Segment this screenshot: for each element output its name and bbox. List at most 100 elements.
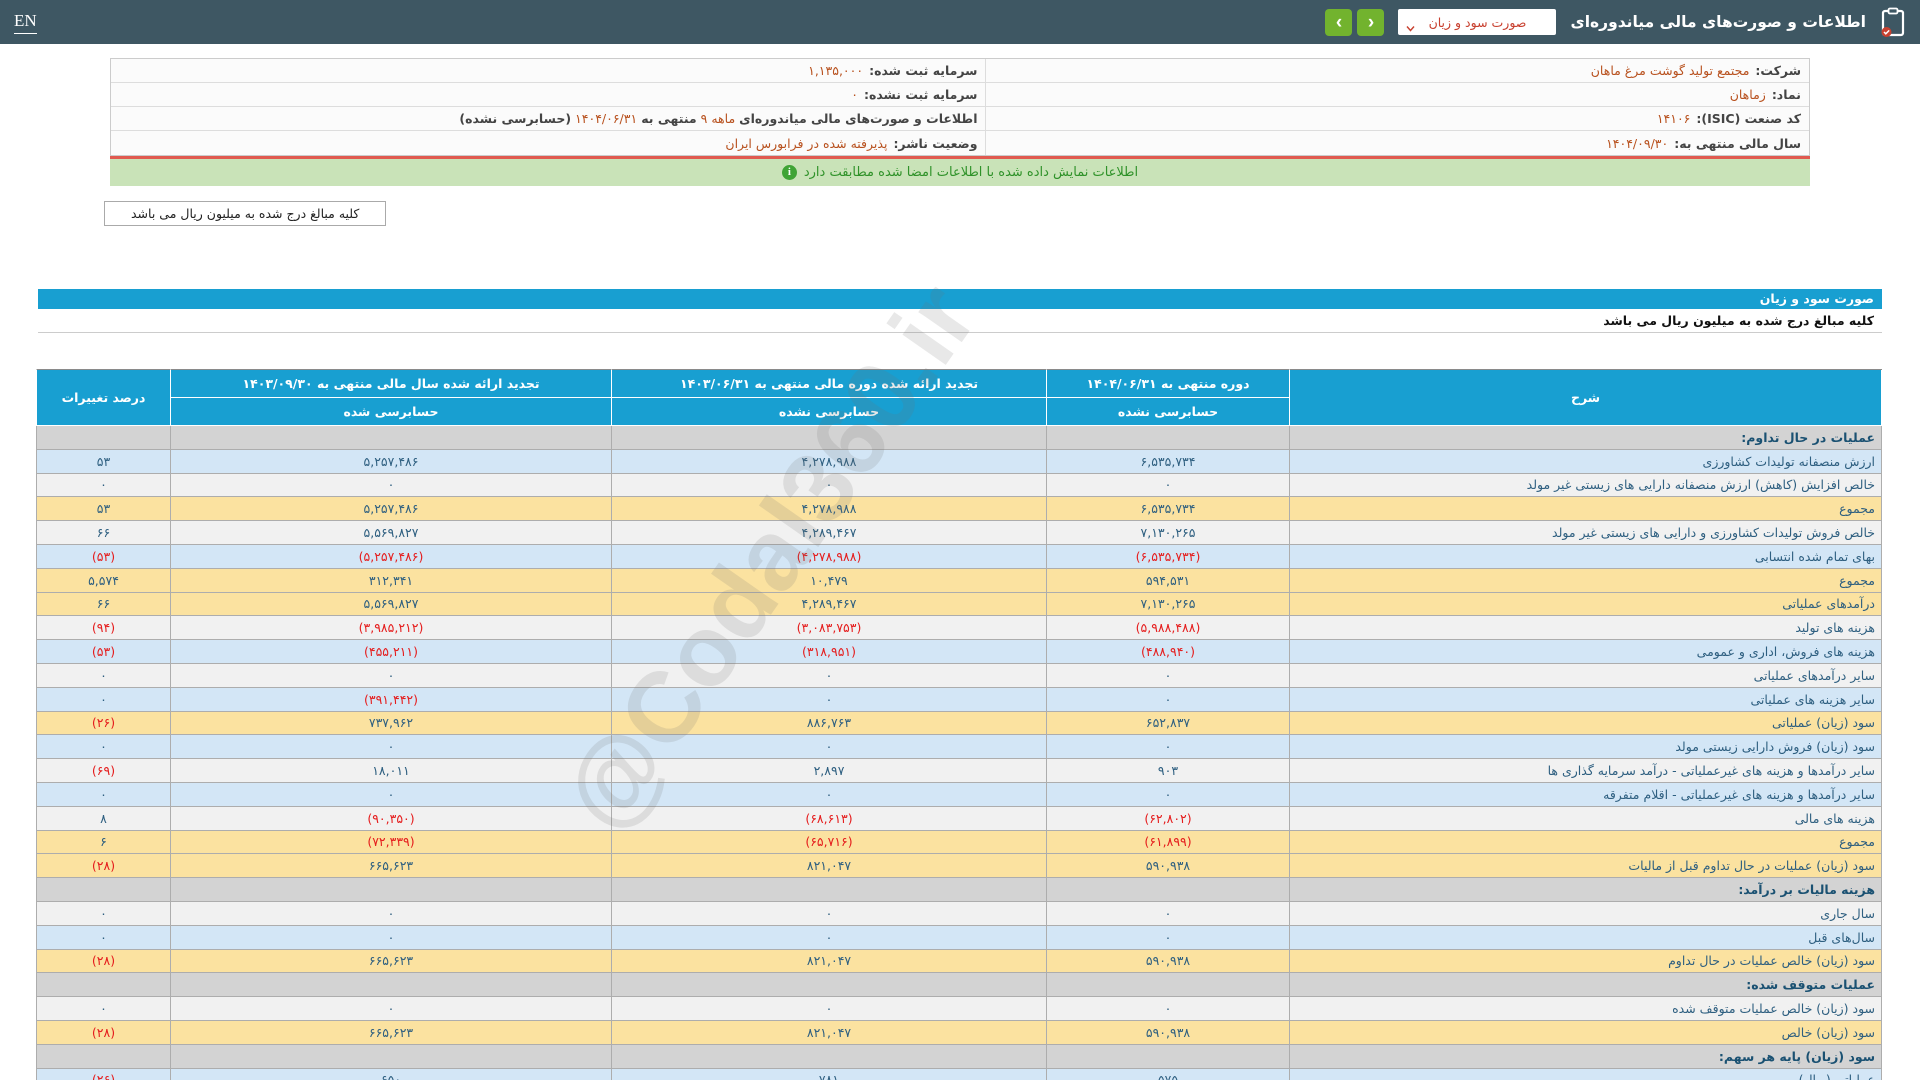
amounts-unit-box: کلیه مبالغ درج شده به میلیون ریال می باش… [104,201,387,226]
cell-restated-period: (۶۸,۶۱۳) [611,805,1047,831]
cell-value: (۹۴) [91,620,116,636]
cell-value: ۶۶۵,۶۲۳ [368,858,414,874]
cell-restated-year [170,877,612,902]
section-row: سود (زیان) پایه هر سهم: [36,1043,1882,1069]
cell-current-period: ۵۹۰,۹۳۸ [1046,948,1290,974]
cell-restated-period: ۷۸۱ [611,1067,1047,1080]
company-info-table: شرکت: مجتمع تولید گوشت مرغ ماهان سرمایه ثب… [110,58,1810,156]
cell-value: ۰ [387,786,395,802]
section-row: عملیات متوقف شده: [36,972,1882,998]
row-label: سود (زیان) خالص عملیات متوقف شده [1289,996,1882,1021]
cell-restated-period: ۱۰,۴۷۹ [611,567,1047,593]
section-row: هزینه مالیات بر درآمد: [36,877,1882,902]
cell-value: ۰ [1164,739,1172,755]
cell-value: ۶۶ [96,525,111,541]
table-row: سود (زیان) خالص عملیات در حال تداوم ۵۹۰,۹… [36,948,1882,974]
cell-value: ۳۱۲,۳۴۱ [368,572,414,588]
table-row: هزینه های مالی (۶۲,۸۰۲) (۶۸,۶۱۳) (۹۰,۳۵۰) ۸ [36,805,1882,831]
cell-restated-year: ۰ [170,781,612,807]
cell-restated-period: ۰ [611,924,1047,950]
cell-value: ۰ [387,667,395,683]
cell-value: (۶۱,۸۹۹) [1144,834,1192,850]
table-row: هزینه های فروش، اداری و عمومی (۴۸۸,۹۴۰) (۳… [36,639,1882,664]
clipboard-report-icon [1880,7,1906,37]
language-en-link[interactable]: EN [14,11,37,34]
cell-value: ۰ [825,905,833,921]
cell-value: ۰ [387,1001,395,1017]
cell-current-period: ۵۹۰,۹۳۸ [1046,1019,1290,1045]
cell-percent-change: ۶۶ [36,591,171,617]
table-row: هزینه های تولید (۵,۹۸۸,۴۸۸) (۳,۰۸۳,۷۵۳) (۳,… [36,615,1882,641]
cell-value: ۰ [100,691,107,707]
cell-value: ۱۸,۰۱۱ [372,763,410,779]
cell-percent-change: ۰ [36,662,171,688]
cell-value: ۰ [825,739,833,755]
row-label: عملیاتی (ریال) [1289,1067,1882,1080]
cell-value: ۰ [1164,786,1172,802]
cell-value: ۰ [100,1001,107,1017]
cell-percent-change: (۲۸) [36,948,171,974]
cell-restated-period: ۸۲۱,۰۴۷ [611,1019,1047,1045]
cell-value: ۰ [825,691,833,707]
cell-value: ۰ [1164,1001,1172,1017]
statement-select[interactable]: صورت سود و زیان [1398,9,1557,35]
company-info-row-right: نماد: زماهان [985,83,1809,107]
info-label: سرمایه ثبت شده: [869,63,978,78]
cell-restated-period [611,425,1047,450]
cell-restated-period: ۰ [611,662,1047,688]
cell-percent-change [36,877,171,902]
cell-current-period: ۵۹۴,۵۳۱ [1046,567,1290,593]
section-row: عملیات در حال تداوم: [36,425,1882,450]
income-statement-table: شرح دوره منتهی به ۱۴۰۴/۰۶/۳۱ تجدید ارائه… [36,369,1882,1080]
cell-current-period: ۰ [1046,900,1290,926]
cell-percent-change: ۰ [36,996,171,1021]
cell-value: ۵,۲۵۷,۴۸۶ [363,453,419,469]
cell-restated-period: ۰ [611,996,1047,1021]
cell-value: (۳۱۸,۹۵۱) [801,644,856,660]
cell-percent-change: ۵۳ [36,496,171,522]
cell-value: ۸ [100,810,107,826]
nav-previous-button[interactable]: ‹ [1357,8,1385,36]
cell-restated-period [611,972,1047,998]
cell-value: (۳۹۱,۴۴۲) [363,691,418,707]
row-label: سود (زیان) عملیاتی [1289,710,1882,736]
cell-restated-year [170,972,612,998]
cell-restated-period: (۶۵,۷۱۶) [611,829,1047,855]
cell-value: ۰ [825,477,833,493]
cell-value: ۶۵۰ [380,1072,402,1080]
cell-value: (۴۸۸,۹۴۰) [1140,644,1195,660]
cell-value: ۰ [387,929,395,945]
row-label: مجموع [1289,829,1882,855]
info-value: ۹ ماهه [700,111,736,126]
cell-restated-period: ۸۲۱,۰۴۷ [611,853,1047,879]
cell-value: ۰ [1164,929,1172,945]
info-value: ۱,۱۳۵,۰۰۰ [808,63,864,78]
cell-value: ۵,۵۷۴ [88,572,119,588]
header-restated-year-audit: حسابرسی شده [170,397,612,426]
cell-current-period: ۷,۱۳۰,۲۶۵ [1046,520,1290,545]
nav-next-button[interactable]: › [1325,8,1353,36]
cell-value: ۰ [825,929,833,945]
company-info-row-left: سرمایه ثبت شده: ۱,۱۳۵,۰۰۰ [111,59,986,83]
cell-current-period: ۵۷۵ [1046,1067,1290,1080]
info-label: وضعیت ناشر: [893,135,978,151]
cell-restated-year: (۴۵۵,۲۱۱) [170,639,612,664]
row-label: سایر درآمدها و هزینه های غیرعملیاتی - در… [1289,758,1882,783]
cell-restated-year: ۰ [170,662,612,688]
cell-value: ۶۶۵,۶۲۳ [368,1024,414,1040]
cell-current-period: ۰ [1046,686,1290,712]
cell-value: ۴,۲۸۹,۴۶۷ [801,596,857,612]
cell-percent-change: ۰ [36,472,171,498]
cell-percent-change: ۵۳ [36,448,171,474]
cell-restated-year: ۱۸,۰۱۱ [170,758,612,783]
cell-percent-change: (۵۳) [36,639,171,664]
cell-current-period: (۶۱,۸۹۹) [1046,829,1290,855]
info-label: اطلاعات و صورت‌های مالی میاندوره‌ای [739,111,978,126]
header-description: شرح [1289,369,1882,426]
cell-value: (۵۳) [91,644,116,660]
cell-value: ۴,۲۸۹,۴۶۷ [801,525,857,541]
cell-value: ۰ [825,786,833,802]
company-info-row-right: شرکت: مجتمع تولید گوشت مرغ ماهان [985,59,1809,83]
cell-value: ۰ [1164,691,1172,707]
cell-value: ۵۳ [96,501,111,517]
